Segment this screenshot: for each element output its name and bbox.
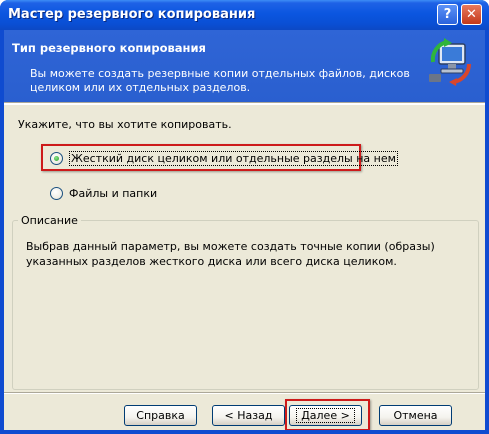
- footer-separator: [4, 392, 485, 394]
- prompt-text: Укажите, что вы хотите копировать.: [18, 118, 232, 131]
- title-bar[interactable]: Мастер резервного копирования ? ✕: [0, 0, 489, 30]
- help-button[interactable]: Справка: [124, 405, 197, 426]
- option-files-folders-label[interactable]: Файлы и папки: [69, 187, 157, 200]
- cancel-button[interactable]: Отмена: [379, 405, 452, 426]
- help-title-button[interactable]: ?: [437, 4, 458, 25]
- option-whole-disk-label[interactable]: Жесткий диск целиком или отдельные разде…: [69, 150, 398, 166]
- option-whole-disk[interactable]: Жесткий диск целиком или отдельные разде…: [50, 150, 398, 166]
- window-title: Мастер резервного копирования: [8, 7, 256, 22]
- header-separator: [4, 102, 485, 105]
- close-button[interactable]: ✕: [461, 4, 482, 25]
- header-description: Вы можете создать резервные копии отдель…: [30, 67, 410, 94]
- description-text: Выбрав данный параметр, вы можете создат…: [26, 240, 435, 268]
- next-button[interactable]: Далее >: [289, 405, 362, 426]
- option-files-folders[interactable]: Файлы и папки: [50, 185, 157, 201]
- dialog-body: Тип резервного копирования Вы можете соз…: [4, 30, 485, 431]
- description-title: Описание: [18, 214, 81, 227]
- wizard-window: Мастер резервного копирования ? ✕ Тип ре…: [0, 0, 489, 434]
- radio-button-files-folders[interactable]: [50, 186, 63, 200]
- wizard-header: Тип резервного копирования Вы можете соз…: [4, 30, 485, 102]
- radio-button-whole-disk[interactable]: [50, 151, 63, 165]
- back-button[interactable]: < Назад: [212, 405, 285, 426]
- next-button-label: Далее >: [296, 408, 355, 423]
- window-bottom-border: [0, 430, 489, 434]
- header-title: Тип резервного копирования: [12, 41, 206, 55]
- backup-computer-icon: [429, 38, 472, 86]
